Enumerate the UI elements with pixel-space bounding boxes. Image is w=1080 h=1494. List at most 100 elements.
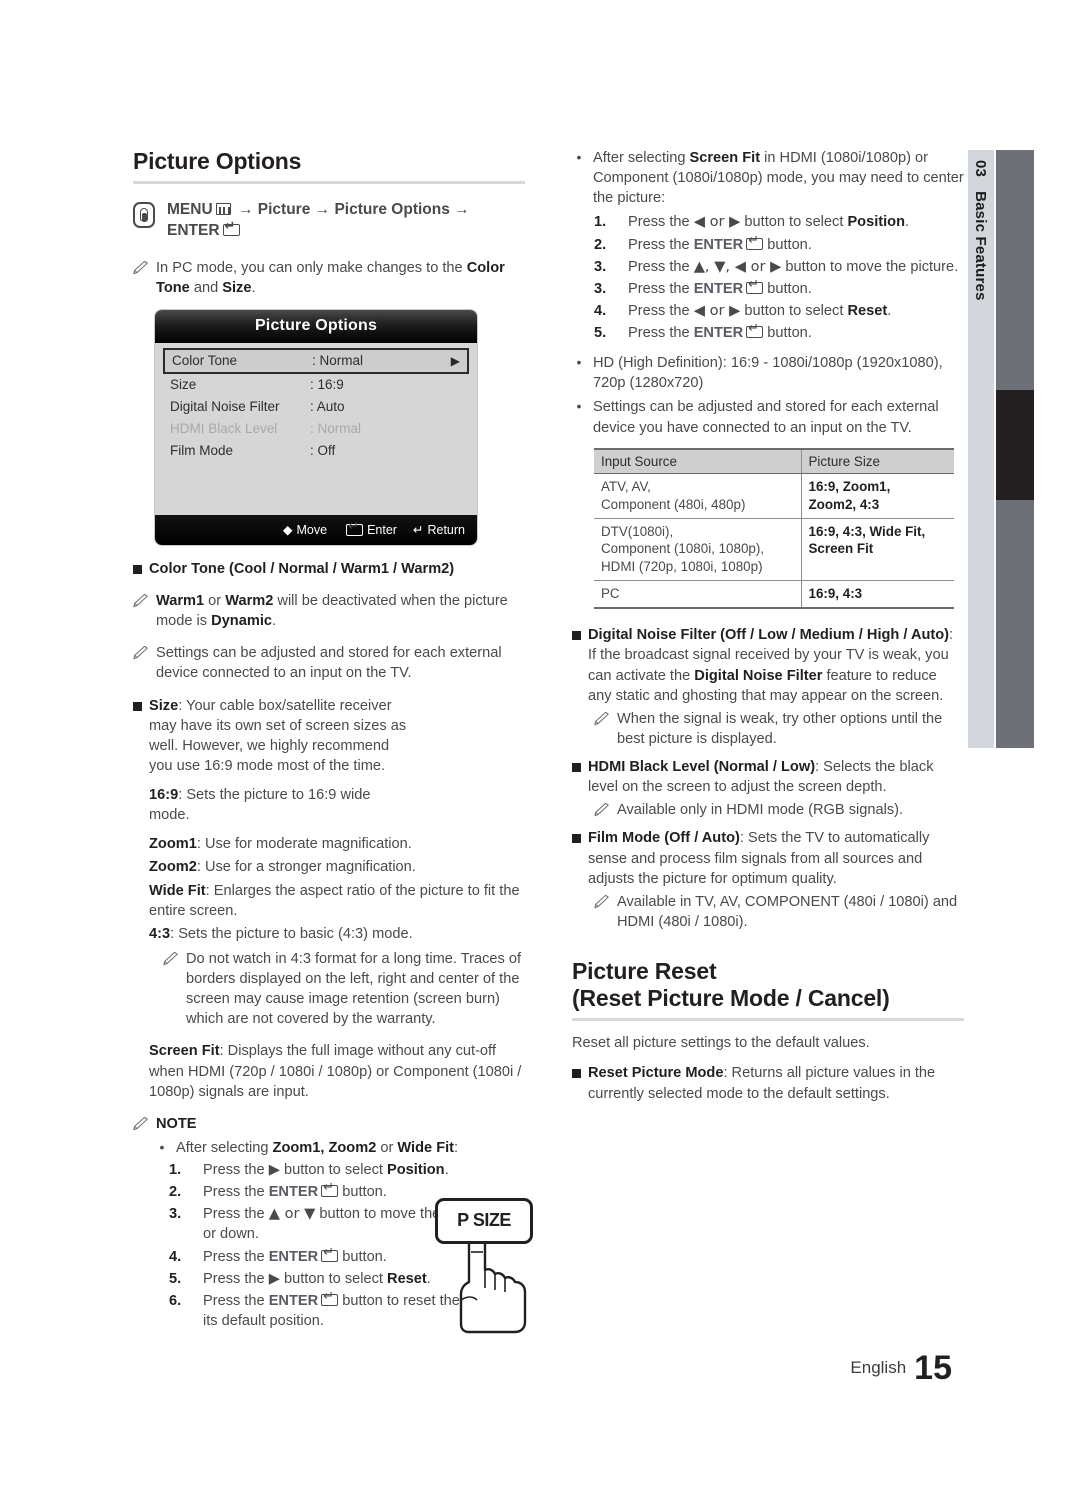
table-cell-size: 16:9, Zoom1, Zoom2, 4:3 [800,473,954,519]
pencil-note-icon [133,1116,148,1131]
warm-note-text: Warm1 or Warm2 will be deactivated when … [156,591,525,631]
step-pre: Press the [203,1206,269,1223]
center-steps-list: 1. Press the ◀ or ▶ button to select Posi… [594,212,964,343]
dnf-note-row: When the signal is weak, try other optio… [594,709,964,749]
step-mid: button to select [740,302,848,319]
screen-fit-bullet-row: • After selecting Screen Fit in HDMI (10… [572,148,964,208]
step-body: Press the ◀ or ▶ button to select Reset. [628,301,964,321]
enter-key-label: ENTER [268,1248,319,1265]
step-mid: button. [763,280,812,297]
osd-row-color-tone[interactable]: Color Tone : Normal ▶ [163,347,469,374]
step-mid: button. [338,1248,387,1265]
page-footer: English 15 [0,1349,1080,1388]
step-bold: Reset [387,1270,427,1287]
note-43-row: Do not watch in 4:3 format for a long ti… [163,949,525,1030]
step-pre: Press the [628,258,694,275]
right-arrow-key-icon: ▶ [268,1161,280,1179]
list-item: 2. Press the ENTER button. [594,234,964,255]
warm-note-row: Warm1 or Warm2 will be deactivated when … [133,591,525,631]
up-down-arrow-key-icon: ▲ or ▼ [268,1205,316,1223]
chapter-tab-label: 03 Basic Features [968,150,994,748]
enter-key-icon [321,1290,339,1306]
step-pre: Press the [628,302,694,319]
menu-bars-icon [215,203,231,216]
osd-label-film-mode: Film Mode [170,443,234,459]
table-row: ATV, AV, Component (480i, 480p) 16:9, Zo… [594,473,954,519]
step-mid: button. [338,1184,387,1201]
menu-path-text: MENU → Picture → Picture Options → ENTER [167,200,470,242]
size-item-169-text: : Sets the picture to 16:9 wide mode. [149,787,371,824]
settings-note-text: Settings can be adjusted and stored for … [156,645,502,682]
enter-key-icon [746,322,764,338]
step-post: . [905,214,910,231]
return-arrow-icon: ↵ [412,522,424,538]
osd-row-hdmi-black-level: HDMI Black Level : Normal [163,418,469,440]
size-item-widefit: Wide Fit: Enlarges the aspect ratio of t… [149,881,525,921]
osd-value-film-mode: : Off [310,443,336,459]
osd-label-digital-noise-filter: Digital Noise Filter [170,399,280,415]
color-tone-heading-row: Color Tone (Cool / Normal / Warm1 / Warm… [133,559,525,579]
osd-title: Picture Options [155,309,477,343]
pencil-note-icon [594,711,609,726]
step-pre: Press the [628,280,694,297]
warm-note-b1: Warm1 [156,593,205,610]
step-pre: Press the [203,1162,269,1179]
list-item: 3. Press the ENTER button. [594,278,964,299]
right-column: • After selecting Screen Fit in HDMI (10… [572,148,964,1116]
square-bullet-icon [133,701,142,711]
step-number: 4. [594,302,607,319]
step-mid: button to move the picture. [781,258,959,275]
list-item: 5. Press the ENTER button. [594,322,964,343]
footer-language: English [850,1358,907,1377]
screen-fit-bullet-text: After selecting Screen Fit in HDMI (1080… [593,148,964,208]
path-arrow-1: → [237,201,254,219]
osd-row-digital-noise-filter[interactable]: Digital Noise Filter : Auto [163,396,469,418]
pencil-note-icon [594,803,609,817]
pencil-note-icon [133,594,148,608]
size-item-169-bold: 16:9 [149,787,179,804]
path-arrow-3: → [454,201,470,219]
step-mid: button. [763,325,812,341]
menu-path-block: MENU → Picture → Picture Options → ENTER [133,200,525,242]
note-bullet-text: After selecting Zoom1, Zoom2 or Wide Fit… [176,1138,458,1158]
warm-note-t1: or [204,593,226,610]
enter-key-icon [746,278,764,294]
size-block-intro: Size: Your cable box/satellite receiver … [149,696,407,777]
chapter-tab: 03 Basic Features [968,150,994,748]
osd-enter-hint: Enter [343,520,397,537]
step-bold: Reset [847,302,888,319]
osd-row-size[interactable]: Size : 16:9 [163,374,469,396]
hd-bullet-text: HD (High Definition): 16:9 - 1080i/1080p… [593,355,943,392]
size-item-zoom2-bold: Zoom2 [149,859,197,876]
hdmi-black-note-row: Available only in HDMI mode (RGB signals… [594,800,964,820]
step-number: 3. [594,280,607,297]
step-body: Press the ◀ or ▶ button to select Positi… [628,212,964,232]
footer-page-number: 15 [914,1349,952,1387]
pc-note-part2: and [189,279,223,296]
table-header-picture-size: Picture Size [800,447,954,474]
size-item-zoom1-bold: Zoom1 [149,836,197,853]
warm-note-t3: . [272,613,277,630]
step-mid: button to select [279,1162,388,1179]
dnf-row: Digital Noise Filter (Off / Low / Medium… [572,625,964,706]
note-bullet-t3: : [454,1139,459,1156]
screen-fit-paragraph: Screen Fit: Displays the full image with… [149,1041,525,1101]
note-bullet-b1: Zoom1, Zoom2 [272,1139,377,1156]
osd-footer: ◆Move Enter ↵Return [155,514,477,545]
path-arrow-2: → [314,201,331,219]
film-mode-note-row: Available in TV, AV, COMPONENT (480i / 1… [594,892,964,932]
p-size-button-illustration: P SIZE [429,1196,541,1336]
dnf-bold: Digital Noise Filter (Off / Low / Medium… [588,627,950,644]
step-number: 5. [169,1270,182,1287]
hdmi-black-bold: HDMI Black Level (Normal / Low) [588,759,816,776]
step-pre: Press the [628,214,694,231]
table-header-row: Input Source Picture Size [594,447,954,474]
step-body: Press the ENTER button. [628,322,964,343]
sf-bullet-t1: After selecting [593,150,690,166]
osd-return-hint: ↵ Return [413,522,465,537]
size-block-row: Size: Your cable box/satellite receiver … [133,696,533,1333]
table-header-input-source: Input Source [594,447,801,474]
chapter-bar-active-marker [996,390,1034,500]
osd-row-film-mode[interactable]: Film Mode : Off [163,440,469,462]
step-body: Press the ▶ button to select Position. [203,1160,525,1180]
